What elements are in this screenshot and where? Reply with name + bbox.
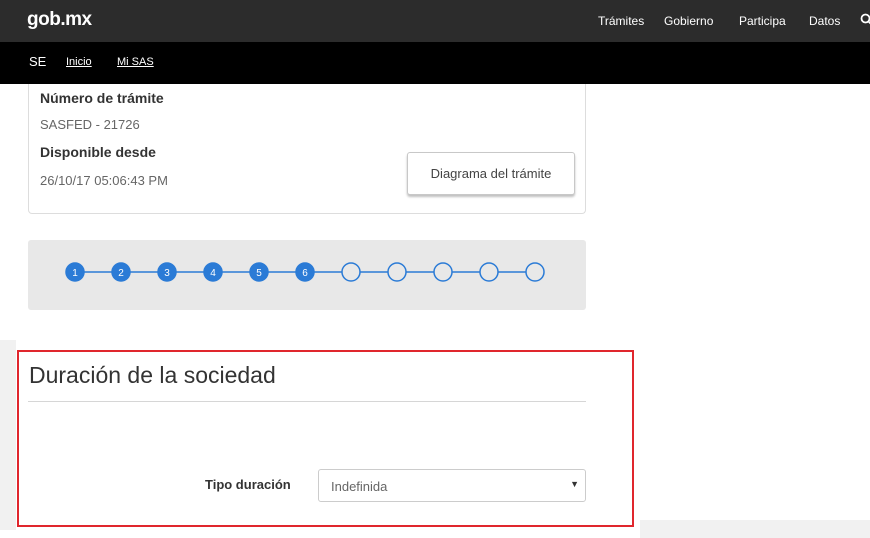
- available-since-value: 26/10/17 05:06:43 PM: [40, 173, 168, 188]
- step-number: 5: [256, 268, 262, 279]
- tramite-info-card: Número de trámite SASFED - 21726 Disponi…: [28, 84, 586, 214]
- duration-type-select[interactable]: Indefinida ▼: [318, 469, 586, 502]
- section-divider: [28, 401, 586, 402]
- step-number: 3: [164, 268, 170, 279]
- top-nav: Trámites Gobierno Participa Datos: [0, 14, 870, 34]
- step-number: 6: [302, 268, 308, 279]
- search-icon[interactable]: [860, 13, 870, 25]
- tramite-number-label: Número de trámite: [40, 90, 164, 106]
- stepper-graphic: 1 2 3 4 5 6: [65, 262, 545, 282]
- nav-participa[interactable]: Participa: [739, 14, 786, 28]
- step-number: 1: [72, 268, 78, 279]
- step-pending[interactable]: [479, 262, 499, 282]
- duration-type-value: Indefinida: [331, 479, 388, 494]
- step-number: 4: [210, 268, 216, 279]
- breadcrumb-inicio[interactable]: Inicio: [66, 56, 92, 68]
- background-watermark: [640, 520, 870, 538]
- nav-datos[interactable]: Datos: [809, 14, 840, 28]
- secondary-navigation-bar: SE Inicio Mi SAS: [0, 42, 870, 84]
- step-pending[interactable]: [525, 262, 545, 282]
- nav-tramites[interactable]: Trámites: [598, 14, 644, 28]
- duration-type-label: Tipo duración: [205, 477, 291, 492]
- diagram-button[interactable]: Diagrama del trámite: [407, 152, 575, 195]
- available-since-label: Disponible desde: [40, 144, 156, 160]
- tramite-number-value: SASFED - 21726: [40, 117, 140, 132]
- nav-gobierno[interactable]: Gobierno: [664, 14, 713, 28]
- section-title: Duración de la sociedad: [29, 362, 276, 388]
- top-navigation-bar: gob.mx Trámites Gobierno Participa Datos: [0, 0, 870, 42]
- section-acronym: SE: [29, 54, 47, 69]
- step-pending[interactable]: [387, 262, 407, 282]
- step-pending[interactable]: [341, 262, 361, 282]
- chevron-down-icon: ▼: [570, 479, 579, 489]
- progress-stepper: 1 2 3 4 5 6: [28, 240, 586, 310]
- step-pending[interactable]: [433, 262, 453, 282]
- breadcrumb-mi-sas[interactable]: Mi SAS: [117, 56, 154, 68]
- step-number: 2: [118, 268, 124, 279]
- background-watermark: [0, 340, 16, 530]
